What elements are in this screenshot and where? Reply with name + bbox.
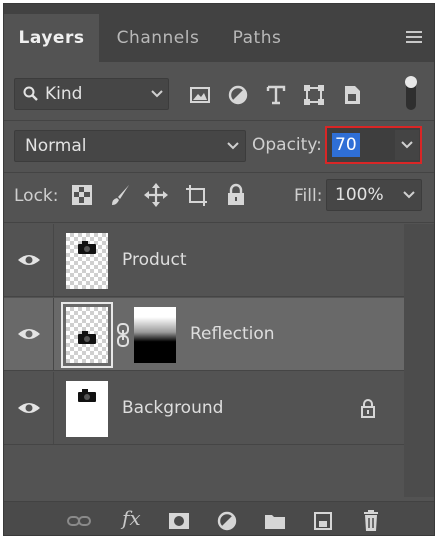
lock-artboard-icon[interactable]	[184, 182, 208, 208]
blend-mode-select[interactable]: Normal	[14, 130, 246, 162]
layer-thumbnail[interactable]	[66, 233, 108, 289]
chevron-down-icon	[227, 142, 239, 150]
camera-icon	[78, 331, 96, 344]
smart-object-filter-icon[interactable]	[339, 82, 365, 108]
shape-filter-icon[interactable]	[301, 82, 327, 108]
visibility-toggle[interactable]	[4, 298, 54, 370]
layers-empty-area	[4, 449, 404, 497]
add-mask-icon[interactable]	[166, 510, 192, 532]
delete-layer-icon[interactable]	[358, 510, 384, 532]
image-filter-icon[interactable]	[187, 82, 213, 108]
blend-mode-value: Normal	[25, 136, 87, 156]
new-layer-icon[interactable]	[310, 510, 336, 532]
chevron-down-icon	[403, 191, 415, 199]
camera-icon	[78, 241, 96, 254]
visibility-toggle[interactable]	[4, 372, 54, 444]
fill-field[interactable]: 100%	[326, 179, 422, 211]
layer-thumbnail[interactable]	[66, 381, 108, 437]
panel-menu-icon[interactable]	[406, 31, 422, 43]
chevron-down-icon	[401, 141, 413, 149]
adjustment-filter-icon[interactable]	[225, 82, 251, 108]
tab-bar: Layers Channels Paths	[4, 4, 434, 62]
visibility-toggle[interactable]	[4, 224, 54, 296]
layer-name[interactable]: Product	[122, 250, 187, 270]
tab-channels[interactable]: Channels	[108, 14, 208, 62]
lock-label: Lock:	[14, 186, 59, 206]
lock-all-icon[interactable]	[224, 182, 248, 208]
mask-link-icon[interactable]	[116, 323, 130, 347]
divider	[4, 120, 434, 121]
layer-thumbnail[interactable]	[66, 307, 108, 363]
fill-label: Fill:	[294, 186, 323, 206]
eye-icon[interactable]	[17, 252, 41, 268]
opacity-value[interactable]: 70	[332, 133, 360, 157]
type-filter-icon[interactable]	[263, 82, 289, 108]
tab-layers[interactable]: Layers	[4, 14, 99, 62]
lock-icon	[361, 399, 375, 418]
lock-position-icon[interactable]	[144, 182, 168, 208]
layers-list: Product Reflection Background	[4, 224, 434, 449]
tab-paths[interactable]: Paths	[218, 14, 296, 62]
layer-name[interactable]: Background	[122, 398, 223, 418]
opacity-dropdown-button[interactable]	[395, 130, 419, 160]
layer-row-background[interactable]: Background	[4, 372, 404, 445]
filter-toggle-icon[interactable]	[404, 74, 418, 112]
opacity-label: Opacity:	[252, 135, 322, 155]
chevron-down-icon	[151, 90, 163, 98]
layer-row-product[interactable]: Product	[4, 224, 404, 297]
filter-kind-select[interactable]: Kind	[14, 78, 169, 110]
layer-name[interactable]: Reflection	[190, 324, 275, 344]
new-group-icon[interactable]	[262, 510, 288, 532]
layer-style-icon[interactable]: fx	[122, 506, 141, 530]
layers-panel: Layers Channels Paths Kind Normal Opacit…	[3, 3, 435, 536]
fill-value[interactable]: 100%	[335, 185, 384, 205]
eye-icon[interactable]	[17, 326, 41, 342]
eye-icon[interactable]	[17, 400, 41, 416]
divider	[4, 222, 434, 223]
layer-row-reflection[interactable]: Reflection	[4, 298, 404, 371]
camera-icon	[78, 389, 96, 402]
link-layers-icon[interactable]	[66, 510, 92, 532]
search-icon	[23, 86, 38, 101]
divider	[4, 172, 434, 173]
bottom-toolbar: fx	[4, 501, 434, 535]
opacity-field[interactable]: 70	[325, 126, 422, 164]
scrollbar-track[interactable]	[404, 224, 434, 497]
filter-kind-label: Kind	[45, 84, 83, 104]
lock-transparent-pixels-icon[interactable]	[70, 182, 94, 208]
adjustment-layer-icon[interactable]	[214, 510, 240, 532]
layer-mask-thumbnail[interactable]	[134, 307, 176, 363]
lock-image-pixels-icon[interactable]	[108, 182, 132, 208]
